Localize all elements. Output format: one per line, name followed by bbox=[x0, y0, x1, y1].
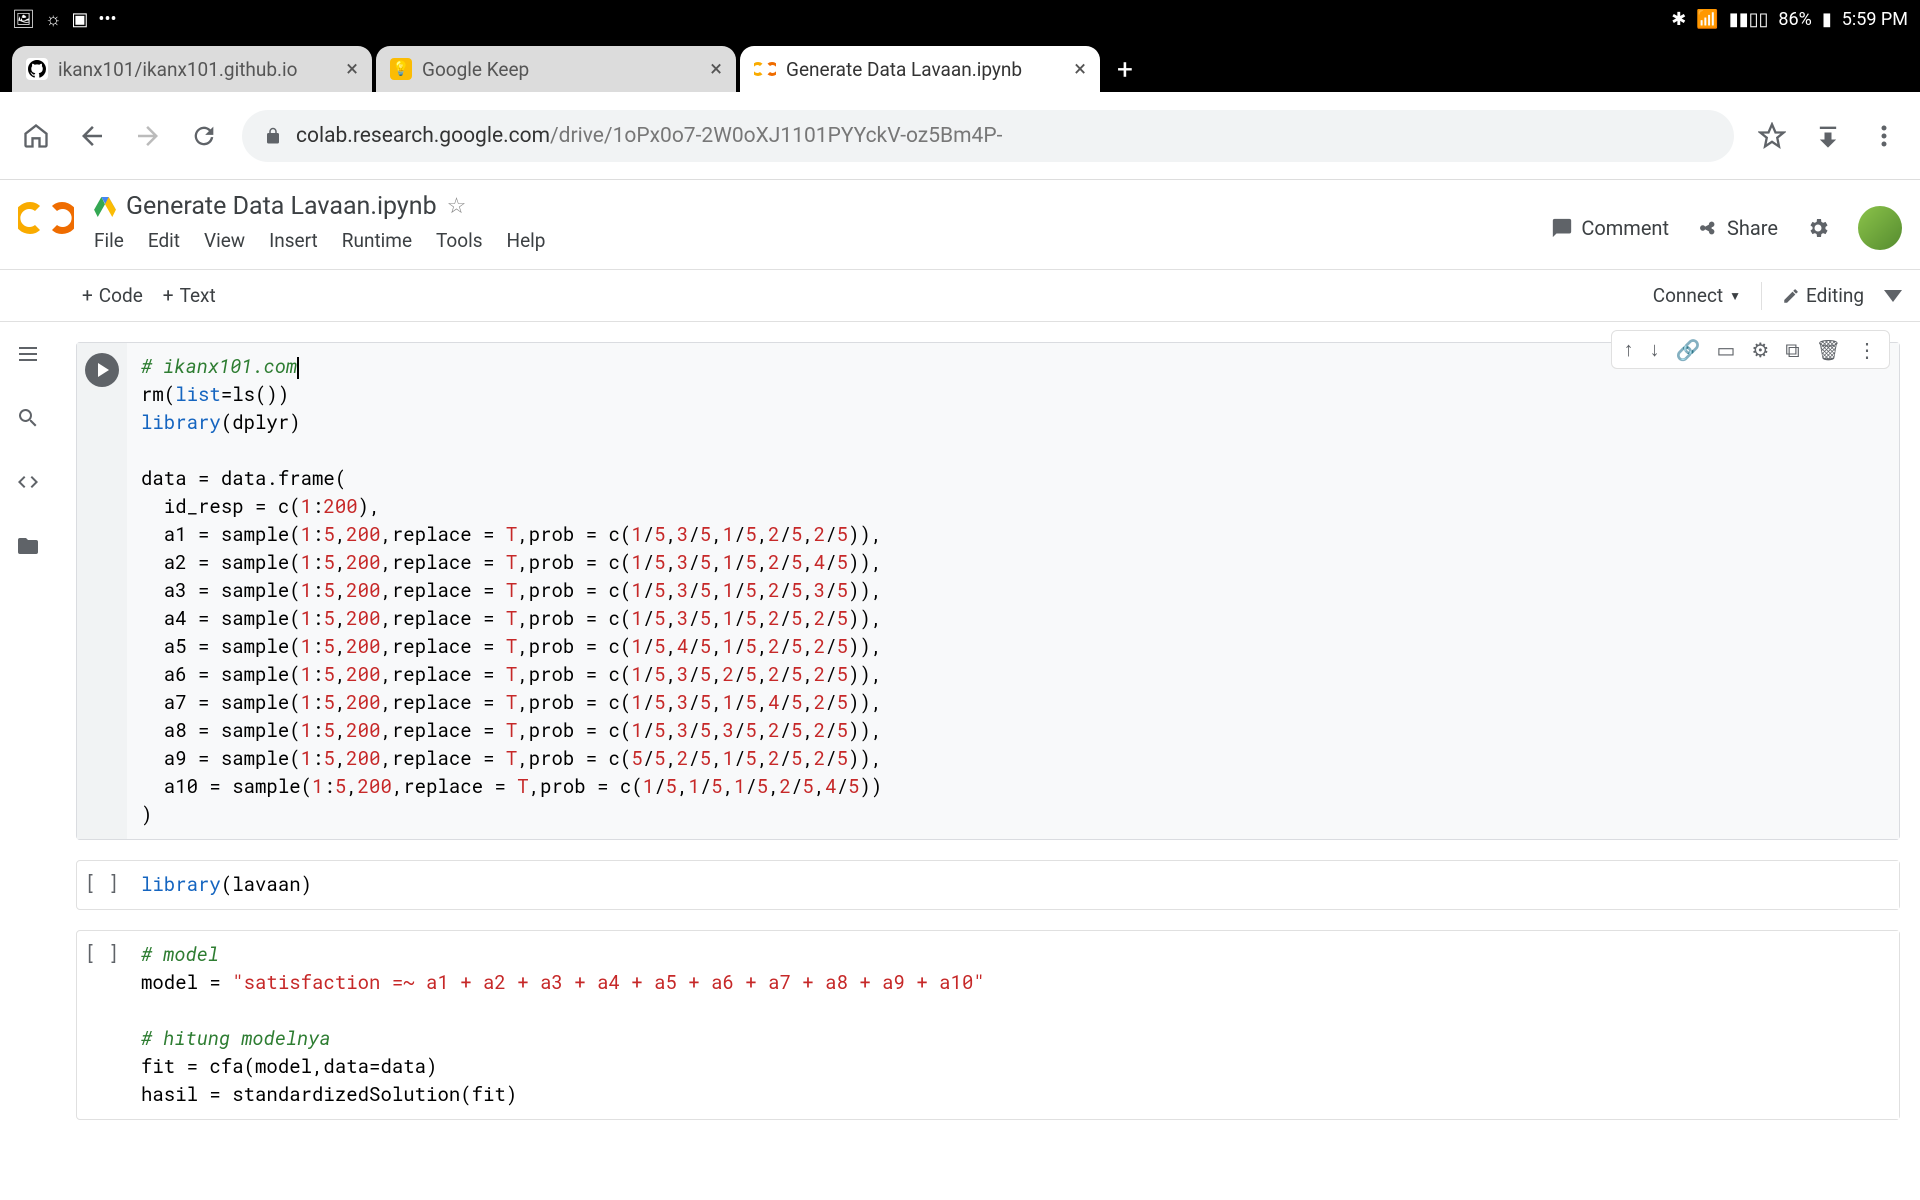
cell-toolbar: ↑ ↓ 🔗 ▭ ⚙ ⧉ 🗑 ⋮ bbox=[1611, 330, 1890, 369]
star-button[interactable] bbox=[1754, 118, 1790, 154]
browser-tab-strip: ikanx101/ikanx101.github.io × 💡 Google K… bbox=[0, 38, 1920, 92]
menu-tools[interactable]: Tools bbox=[436, 229, 483, 252]
menu-insert[interactable]: Insert bbox=[269, 229, 318, 252]
menu-bar: File Edit View Insert Runtime Tools Help bbox=[94, 229, 1551, 252]
comment-icon[interactable]: ▭ bbox=[1716, 338, 1735, 362]
cell-settings-icon[interactable]: ⚙ bbox=[1751, 338, 1769, 362]
tab-title: ikanx101/ikanx101.github.io bbox=[58, 58, 336, 81]
flipboard-icon: ▣ bbox=[71, 9, 88, 30]
github-icon bbox=[26, 58, 48, 80]
menu-view[interactable]: View bbox=[204, 229, 245, 252]
comment-button[interactable]: Comment bbox=[1551, 216, 1669, 240]
battery-icon: ▮ bbox=[1822, 9, 1832, 30]
code-cell[interactable]: # ikanx101.com rm(list=ls()) library(dpl… bbox=[76, 342, 1900, 840]
more-notifications-icon: ••• bbox=[98, 9, 116, 30]
cell-menu-icon[interactable]: ⋮ bbox=[1857, 338, 1877, 362]
brightness-icon: ☼ bbox=[45, 9, 62, 30]
tab-github[interactable]: ikanx101/ikanx101.github.io × bbox=[12, 46, 372, 92]
code-editor[interactable]: # ikanx101.com rm(list=ls()) library(dpl… bbox=[127, 343, 1899, 839]
star-icon[interactable]: ☆ bbox=[447, 194, 467, 219]
keep-icon: 💡 bbox=[390, 58, 412, 80]
close-icon[interactable]: × bbox=[710, 57, 722, 82]
collapse-button[interactable] bbox=[1884, 290, 1902, 302]
user-avatar[interactable] bbox=[1858, 206, 1902, 250]
reload-button[interactable] bbox=[186, 118, 222, 154]
code-editor[interactable]: # model model = "satisfaction =~ a1 + a2… bbox=[127, 931, 1899, 1119]
code-cell[interactable]: [ ] # model model = "satisfaction =~ a1 … bbox=[76, 930, 1900, 1120]
cell-prompt: [ ] bbox=[85, 941, 119, 966]
add-text-button[interactable]: +Text bbox=[163, 284, 216, 307]
link-icon[interactable]: 🔗 bbox=[1676, 338, 1701, 362]
menu-runtime[interactable]: Runtime bbox=[342, 229, 412, 252]
delete-icon[interactable]: 🗑 bbox=[1816, 338, 1841, 362]
tab-title: Google Keep bbox=[422, 58, 700, 81]
menu-edit[interactable]: Edit bbox=[148, 229, 180, 252]
tab-keep[interactable]: 💡 Google Keep × bbox=[376, 46, 736, 92]
close-icon[interactable]: × bbox=[346, 57, 358, 82]
toc-icon[interactable] bbox=[16, 342, 42, 368]
wifi-icon: 📶 bbox=[1696, 9, 1718, 30]
colab-logo[interactable] bbox=[18, 200, 78, 240]
signal-icon: ▮▮▯▯ bbox=[1729, 9, 1769, 30]
drive-icon bbox=[94, 197, 116, 217]
add-code-button[interactable]: +Code bbox=[82, 284, 143, 307]
new-tab-button[interactable]: + bbox=[1100, 46, 1150, 92]
left-rail bbox=[0, 322, 58, 1200]
share-button[interactable]: Share bbox=[1697, 216, 1778, 240]
connect-button[interactable]: Connect▼ bbox=[1653, 284, 1741, 307]
browser-menu-button[interactable] bbox=[1866, 118, 1902, 154]
home-button[interactable] bbox=[18, 118, 54, 154]
download-button[interactable] bbox=[1810, 118, 1846, 154]
gallery-icon: 🖼 bbox=[12, 9, 35, 30]
notebook-toolbar: +Code +Text Connect▼ Editing bbox=[0, 270, 1920, 322]
code-cell[interactable]: [ ] library(lavaan) bbox=[76, 860, 1900, 910]
close-icon[interactable]: × bbox=[1074, 57, 1086, 82]
forward-button[interactable] bbox=[130, 118, 166, 154]
mirror-icon[interactable]: ⧉ bbox=[1785, 338, 1799, 362]
notebook-title[interactable]: Generate Data Lavaan.ipynb bbox=[126, 192, 437, 221]
bluetooth-icon: ✱ bbox=[1671, 9, 1686, 30]
browser-toolbar: colab.research.google.com/drive/1oPx0o7-… bbox=[0, 92, 1920, 180]
url-text: colab.research.google.com/drive/1oPx0o7-… bbox=[296, 124, 1712, 148]
url-field[interactable]: colab.research.google.com/drive/1oPx0o7-… bbox=[242, 110, 1734, 162]
snippets-icon[interactable] bbox=[16, 470, 42, 496]
move-up-icon[interactable]: ↑ bbox=[1624, 337, 1634, 362]
cell-prompt: [ ] bbox=[85, 871, 119, 896]
notebook-area[interactable]: ↑ ↓ 🔗 ▭ ⚙ ⧉ 🗑 ⋮ # ikanx101.com rm(list=l… bbox=[58, 322, 1920, 1200]
colab-icon bbox=[754, 58, 776, 80]
clock: 5:59 PM bbox=[1842, 9, 1908, 30]
code-editor[interactable]: library(lavaan) bbox=[127, 861, 1899, 909]
android-status-bar: 🖼 ☼ ▣ ••• ✱ 📶 ▮▮▯▯ 86% ▮ 5:59 PM bbox=[0, 0, 1920, 38]
run-button[interactable] bbox=[85, 353, 119, 387]
battery-percent: 86% bbox=[1778, 9, 1811, 30]
tab-colab[interactable]: Generate Data Lavaan.ipynb × bbox=[740, 46, 1100, 92]
search-icon[interactable] bbox=[16, 406, 42, 432]
editing-mode-button[interactable]: Editing bbox=[1782, 284, 1864, 307]
lock-icon bbox=[264, 126, 282, 146]
settings-button[interactable] bbox=[1806, 216, 1830, 240]
files-icon[interactable] bbox=[16, 534, 42, 560]
menu-help[interactable]: Help bbox=[507, 229, 546, 252]
tab-title: Generate Data Lavaan.ipynb bbox=[786, 58, 1064, 81]
colab-header: Generate Data Lavaan.ipynb ☆ File Edit V… bbox=[0, 180, 1920, 270]
menu-file[interactable]: File bbox=[94, 229, 124, 252]
move-down-icon[interactable]: ↓ bbox=[1650, 337, 1660, 362]
back-button[interactable] bbox=[74, 118, 110, 154]
